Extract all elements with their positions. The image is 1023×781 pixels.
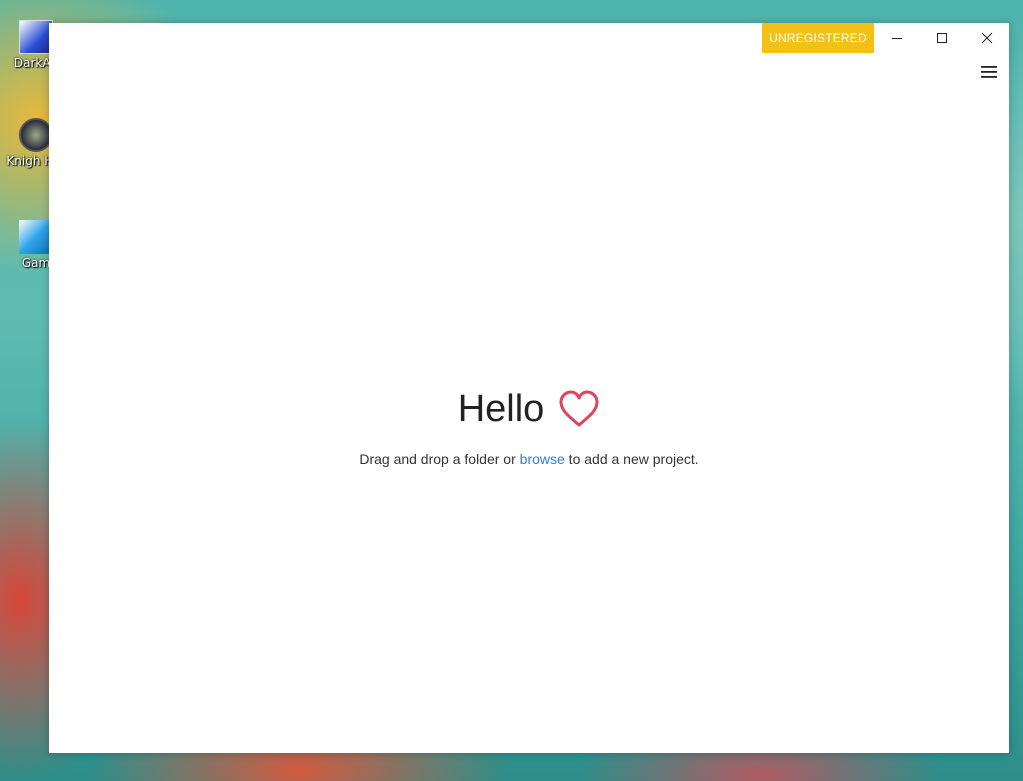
minimize-button[interactable] (874, 23, 919, 53)
menu-button[interactable] (976, 59, 1002, 85)
app-icon (19, 20, 53, 54)
app-window: UNREGISTERED Hello Drag and drop a folde… (49, 23, 1009, 753)
instructions-suffix: to add a new project. (564, 451, 699, 467)
shortcut-icon (19, 118, 53, 152)
welcome-panel: Hello Drag and drop a folder or browse t… (49, 385, 1009, 467)
close-button[interactable] (964, 23, 1009, 53)
greeting-row: Hello (49, 385, 1009, 433)
title-bar[interactable]: UNREGISTERED (49, 23, 1009, 53)
heart-icon (559, 390, 599, 427)
unregistered-badge[interactable]: UNREGISTERED (762, 23, 874, 53)
greeting-text: Hello (457, 388, 545, 430)
app-icon (19, 220, 53, 254)
minimize-icon (891, 38, 902, 39)
maximize-icon (936, 33, 947, 43)
instructions-prefix: Drag and drop a folder or (359, 451, 520, 467)
drop-instructions: Drag and drop a folder or browse to add … (49, 451, 1009, 467)
close-icon (981, 32, 992, 44)
maximize-button[interactable] (919, 23, 964, 53)
hamburger-menu-icon (981, 66, 997, 78)
browse-link[interactable]: browse (520, 451, 565, 467)
